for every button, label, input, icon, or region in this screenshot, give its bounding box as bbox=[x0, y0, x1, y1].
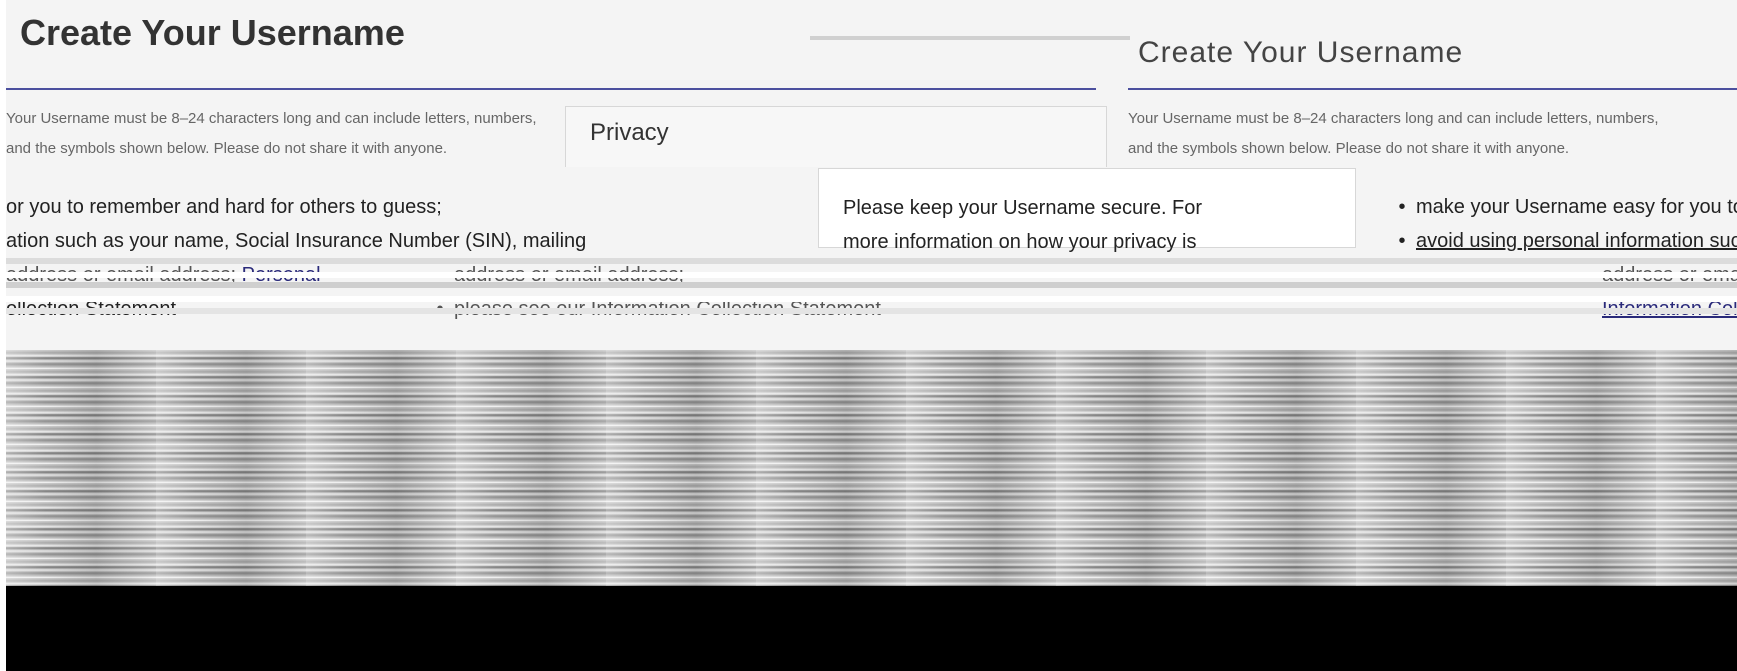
guideline-bullet1: make your Username easy for you to remem… bbox=[1388, 190, 1737, 224]
intro-right-line2: and the symbols shown below. Please do n… bbox=[1128, 140, 1570, 157]
page-title: Create Your Username bbox=[20, 12, 405, 52]
intro-text-line2: and the symbols shown below. Please do n… bbox=[6, 140, 448, 157]
guideline-line1: or you to remember and hard for others t… bbox=[6, 196, 442, 218]
heading-divider bbox=[6, 88, 1096, 90]
band-stripe bbox=[6, 272, 1737, 278]
privacy-title: Privacy bbox=[590, 119, 669, 146]
heading-divider-right bbox=[1128, 88, 1737, 90]
privacy-panel: Privacy bbox=[565, 106, 1107, 167]
artifact-band bbox=[6, 244, 1737, 324]
band-stripe bbox=[6, 296, 1737, 302]
page: Create Your Username Your Username must … bbox=[0, 0, 1737, 671]
black-bar bbox=[6, 586, 1737, 671]
band-stripe bbox=[6, 308, 1737, 314]
page-title-right: Create Your Username bbox=[1138, 36, 1464, 69]
intro-right-line1: Your Username must be 8–24 characters lo… bbox=[1128, 110, 1659, 127]
artifact-noise-overlay bbox=[6, 350, 1737, 586]
intro-text-line1: Your Username must be 8–24 characters lo… bbox=[6, 110, 537, 127]
band-stripe bbox=[6, 282, 1737, 288]
top-strip bbox=[810, 36, 1130, 40]
band-stripe bbox=[6, 258, 1737, 264]
